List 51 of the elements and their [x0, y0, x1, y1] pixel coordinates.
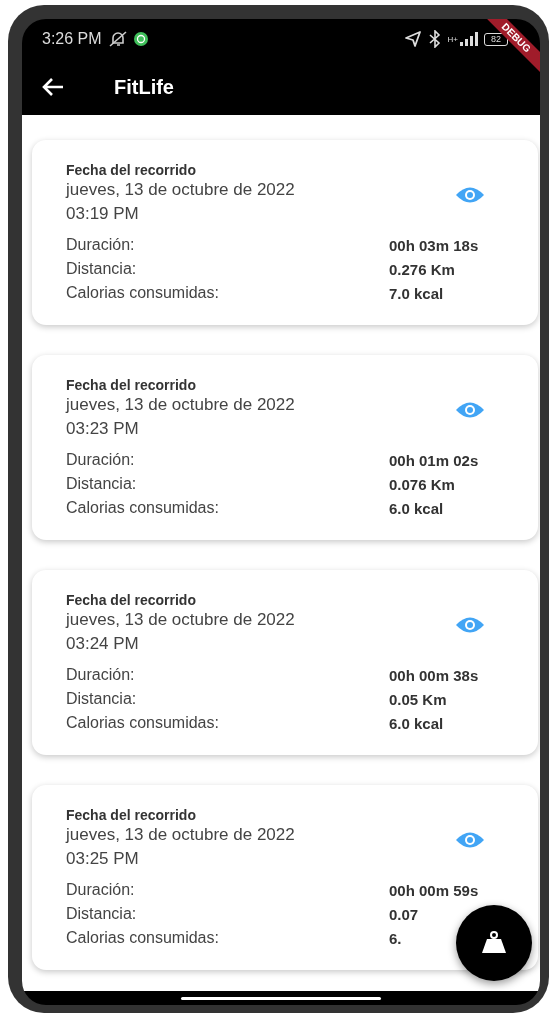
stat-label: Distancia: [66, 905, 137, 923]
card-title: Fecha del recorrido [66, 377, 197, 394]
stat-label: Duración: [66, 666, 135, 684]
stat-value: 0.076 Km [389, 475, 455, 493]
signal-icon [460, 32, 478, 46]
stat-value: 00h 00m 59s [389, 881, 479, 899]
stat-value: 00h 00m 38s [389, 666, 479, 684]
stat-value: 0.05 Km [389, 690, 447, 708]
record-date: jueves, 13 de octubre de 2022 [66, 609, 296, 631]
stat-value: 6.0 kcal [389, 714, 444, 732]
record-time: 03:24 PM [66, 633, 140, 655]
stat-value: 00h 03m 18s [389, 236, 479, 254]
card-title: Fecha del recorrido [66, 592, 197, 609]
app-title: FitLife [114, 75, 174, 99]
stat-label: Duración: [66, 236, 135, 254]
stat-label: Calorias consumidas: [66, 284, 219, 302]
record-time: 03:19 PM [66, 203, 140, 225]
stat-value: 00h 01m 02s [389, 451, 479, 469]
location-icon [403, 31, 422, 47]
card-title: Fecha del recorrido [66, 162, 197, 179]
stat-label: Duración: [66, 881, 135, 899]
view-icon[interactable] [455, 830, 485, 849]
home-indicator[interactable] [181, 996, 381, 1000]
chat-app-icon [133, 32, 148, 46]
bluetooth-icon [427, 30, 442, 48]
record-date: jueves, 13 de octubre de 2022 [66, 394, 296, 416]
stat-label: Calorias consumidas: [66, 929, 219, 947]
weight-icon [481, 931, 507, 955]
status-time: 3:26 PM [42, 30, 102, 48]
back-button[interactable] [41, 77, 65, 97]
view-icon[interactable] [455, 400, 485, 419]
stat-label: Calorias consumidas: [66, 499, 219, 517]
record-date: jueves, 13 de octubre de 2022 [66, 179, 296, 201]
stat-value: 0.07 [389, 905, 419, 923]
view-icon[interactable] [455, 185, 485, 204]
record-time: 03:23 PM [66, 418, 140, 440]
muted-bell-icon [107, 30, 128, 48]
stat-label: Distancia: [66, 260, 137, 278]
stat-label: Distancia: [66, 690, 137, 708]
record-time: 03:25 PM [66, 848, 140, 870]
stat-value: 6. [389, 929, 402, 947]
view-icon[interactable] [455, 615, 485, 634]
card-title: Fecha del recorrido [66, 807, 197, 824]
stat-value: 0.276 Km [389, 260, 455, 278]
stat-value: 6.0 kcal [389, 499, 444, 517]
record-date: jueves, 13 de octubre de 2022 [66, 824, 296, 846]
stat-label: Distancia: [66, 475, 137, 493]
network-type: H+ [447, 34, 458, 44]
stat-label: Duración: [66, 451, 135, 469]
stat-label: Calorias consumidas: [66, 714, 219, 732]
stat-value: 7.0 kcal [389, 284, 444, 302]
